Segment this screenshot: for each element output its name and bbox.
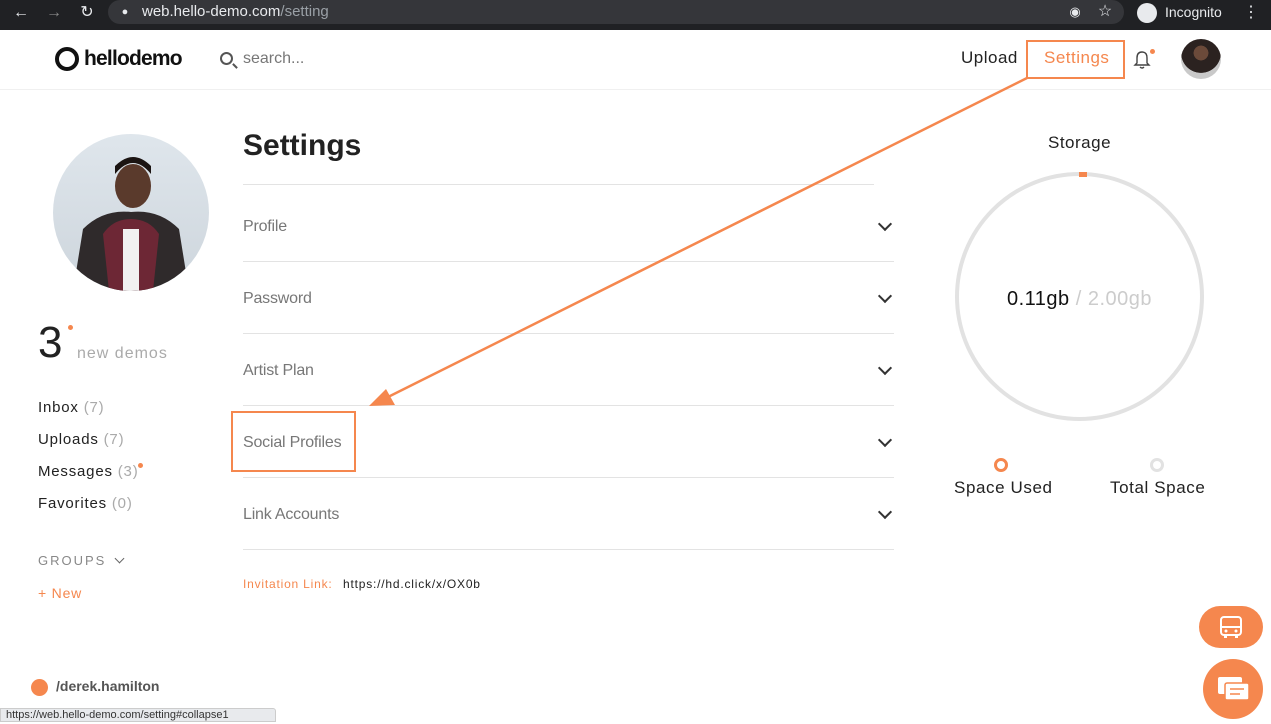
storage-used-arc: [1079, 172, 1087, 177]
status-bar: https://web.hello-demo.com/setting#colla…: [0, 708, 276, 722]
status-url: https://web.hello-demo.com/setting#colla…: [6, 709, 229, 721]
bus-button[interactable]: [1199, 606, 1263, 648]
total-space-marker: [1150, 458, 1164, 472]
storage-separator: /: [1075, 288, 1082, 310]
total-space-label: Total Space: [1110, 478, 1206, 497]
storage-readout: 0.11gb / 2.00gb: [955, 288, 1204, 311]
bus-icon: [1220, 616, 1242, 638]
storage-total-value: 2.00gb: [1087, 288, 1153, 310]
chat-icon: [1218, 677, 1250, 701]
space-used-label: Space Used: [954, 478, 1053, 497]
storage-used-value: 0.11gb: [1006, 288, 1070, 310]
storage-title: Storage: [1048, 133, 1112, 152]
space-used-marker: [994, 458, 1008, 472]
chat-button[interactable]: [1203, 659, 1263, 719]
